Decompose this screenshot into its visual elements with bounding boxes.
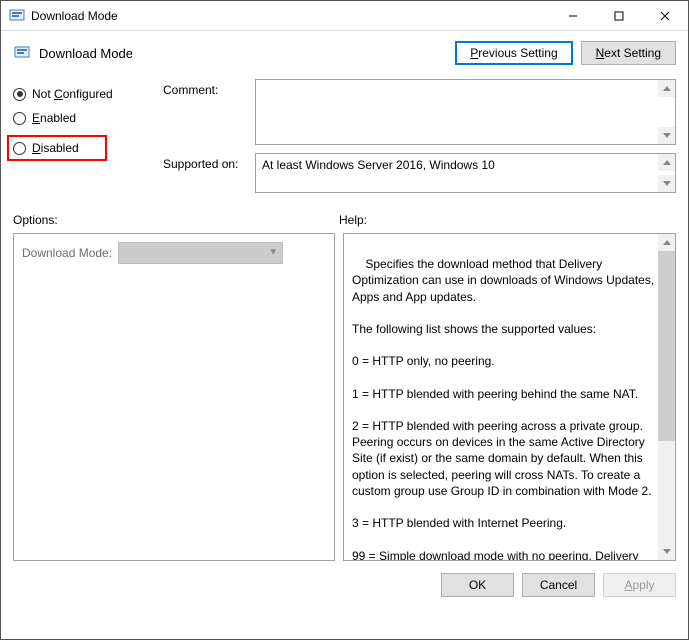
policy-icon [13,44,31,62]
previous-setting-button[interactable]: Previous Setting [455,41,572,65]
radio-icon [13,88,26,101]
apply-button[interactable]: Apply [603,573,676,597]
radio-not-configured[interactable]: Not Configured [13,87,153,101]
radio-disabled[interactable]: Disabled [7,135,107,161]
options-section-label: Options: [13,213,339,227]
header: Download Mode Previous Setting Next Sett… [1,31,688,79]
ok-button[interactable]: OK [441,573,514,597]
app-icon [9,8,25,24]
download-mode-select[interactable] [118,242,283,264]
next-setting-button[interactable]: Next Setting [581,41,676,65]
comment-textarea[interactable] [255,79,676,145]
scrollbar-thumb[interactable] [658,251,675,441]
titlebar[interactable]: Download Mode [1,1,688,31]
maximize-button[interactable] [596,1,642,31]
radio-label: Enabled [32,111,76,125]
radio-label: Not Configured [32,87,113,101]
radio-enabled[interactable]: Enabled [13,111,153,125]
state-radios: Not Configured Enabled Disabled [13,79,153,201]
radio-icon [13,112,26,125]
minimize-button[interactable] [550,1,596,31]
radio-icon [13,142,26,155]
supported-on-label: Supported on: [163,153,255,171]
scroll-down-icon[interactable] [658,543,675,560]
help-panel: Specifies the download method that Deliv… [343,233,676,561]
radio-label: Disabled [32,141,79,155]
help-text: Specifies the download method that Deliv… [352,257,657,561]
scroll-down-icon[interactable] [658,127,675,144]
comment-label: Comment: [163,79,255,97]
scroll-down-icon[interactable] [658,175,675,192]
window-title: Download Mode [31,9,550,23]
footer: OK Cancel Apply [1,561,688,609]
scroll-up-icon[interactable] [658,234,675,251]
options-panel: Download Mode: [13,233,335,561]
help-scrollbar[interactable] [658,234,675,560]
supported-on-value: At least Windows Server 2016, Windows 10 [255,153,676,193]
page-title: Download Mode [39,46,455,61]
help-section-label: Help: [339,213,367,227]
cancel-button[interactable]: Cancel [522,573,595,597]
download-mode-label: Download Mode: [22,246,112,260]
close-button[interactable] [642,1,688,31]
scroll-up-icon[interactable] [658,154,675,171]
scroll-up-icon[interactable] [658,80,675,97]
